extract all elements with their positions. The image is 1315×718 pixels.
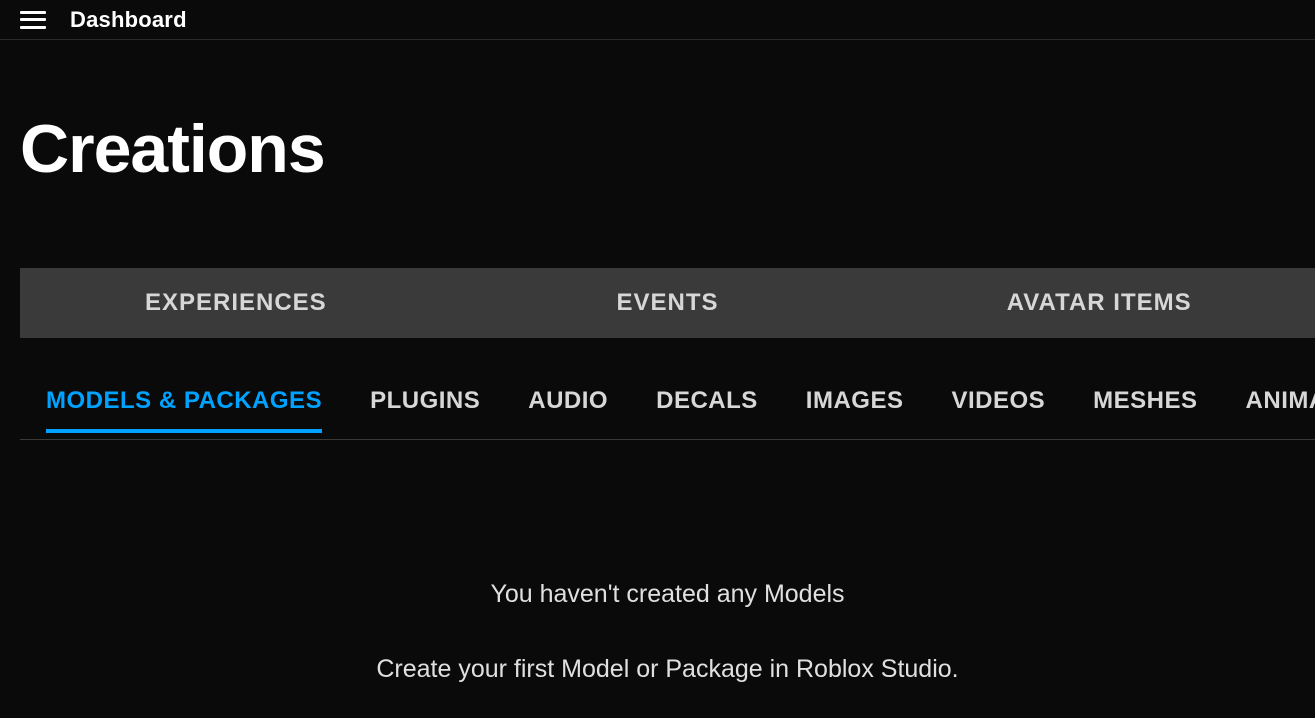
topbar: Dashboard <box>0 0 1315 40</box>
subtab-decals[interactable]: DECALS <box>656 387 758 433</box>
subtab-meshes[interactable]: MESHES <box>1093 387 1197 433</box>
subtab-videos[interactable]: VIDEOS <box>951 387 1045 433</box>
subtab-plugins[interactable]: PLUGINS <box>370 387 480 433</box>
tab-experiences[interactable]: EXPERIENCES <box>20 268 452 338</box>
subtab-animations[interactable]: ANIMATIONS <box>1246 387 1315 433</box>
topbar-title: Dashboard <box>70 7 187 33</box>
main-tabs: EXPERIENCES EVENTS AVATAR ITEMS <box>20 268 1315 338</box>
subtab-models-packages[interactable]: MODELS & PACKAGES <box>46 387 322 433</box>
empty-state-title: You haven't created any Models <box>20 580 1315 609</box>
tab-events[interactable]: EVENTS <box>452 268 884 338</box>
page-title: Creations <box>20 110 1315 188</box>
empty-state-subtitle: Create your first Model or Package in Ro… <box>20 655 1315 684</box>
subtab-images[interactable]: IMAGES <box>806 387 904 433</box>
tab-avatar-items[interactable]: AVATAR ITEMS <box>883 268 1315 338</box>
empty-state: You haven't created any Models Create yo… <box>20 580 1315 684</box>
sub-tabs: MODELS & PACKAGES PLUGINS AUDIO DECALS I… <box>20 380 1315 440</box>
page: Creations EXPERIENCES EVENTS AVATAR ITEM… <box>0 110 1315 684</box>
menu-icon[interactable] <box>20 11 46 29</box>
subtab-audio[interactable]: AUDIO <box>528 387 608 433</box>
